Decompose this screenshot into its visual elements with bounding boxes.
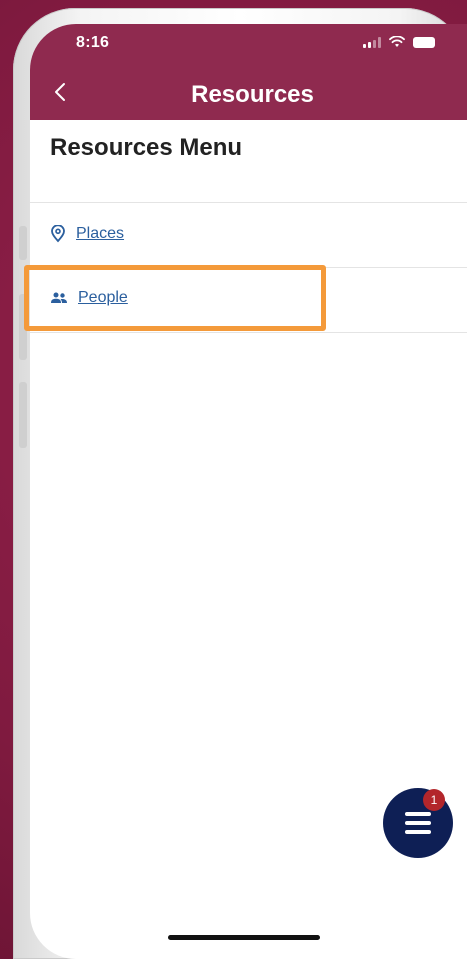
signal-icon xyxy=(363,36,381,48)
highlight-box xyxy=(24,265,326,331)
divider xyxy=(30,202,467,203)
page-title: Resources xyxy=(191,81,314,108)
battery-icon xyxy=(413,36,435,48)
phone-side-button xyxy=(19,226,27,260)
status-icons xyxy=(363,36,435,48)
notification-badge: 1 xyxy=(423,789,445,811)
location-pin-icon xyxy=(51,225,65,243)
app-header: 8:16 Resources xyxy=(30,24,467,120)
menu-item-label[interactable]: Places xyxy=(76,225,124,243)
hamburger-menu-icon xyxy=(405,812,431,839)
section-heading: Resources Menu xyxy=(50,134,243,161)
status-time: 8:16 xyxy=(76,34,110,51)
divider xyxy=(30,332,467,333)
menu-item-places[interactable]: Places xyxy=(50,225,124,243)
home-indicator xyxy=(168,935,320,940)
phone-volume-down-button xyxy=(19,382,27,448)
wifi-icon xyxy=(389,36,405,47)
